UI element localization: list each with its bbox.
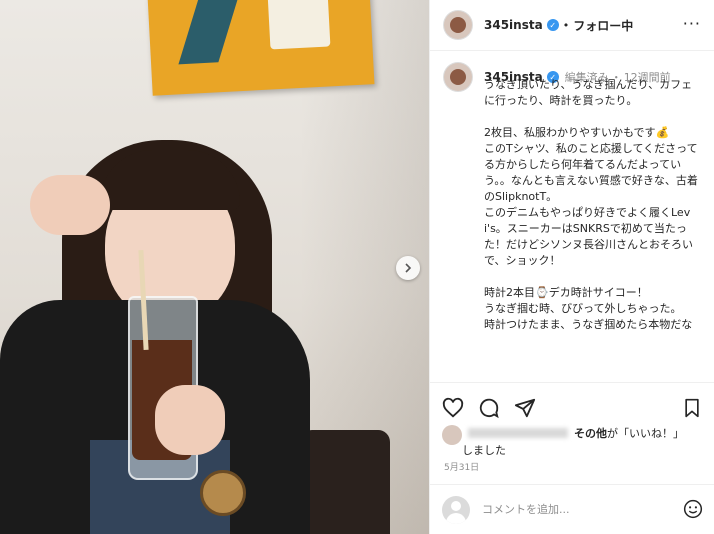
following-button[interactable]: フォロー中 [573,17,633,34]
avatar[interactable] [444,11,472,39]
post-header: 345insta ✓ • フォロー中 ··· [430,0,714,51]
emoji-icon[interactable] [683,499,703,519]
caption-text: うなぎ頂いたり、うなぎ掴んだり、カフェに行ったり、時計を買ったり。 2枚目、私服… [484,78,698,331]
liker-avatar[interactable] [442,425,462,445]
chair [300,430,390,534]
comment-bar [430,484,714,534]
share-icon[interactable] [514,397,536,419]
heart-icon[interactable] [442,397,464,419]
likes-text: その他が「いいね！」しました [462,425,682,459]
header-separator: • [562,18,570,32]
peace-sign-hand [30,175,110,235]
caption: 345insta ✓ 編集済み ・ 12週間前 うなぎ頂いたり、うなぎ掴んだり、… [430,51,714,381]
painting-shape [267,0,331,50]
painting-shape [178,0,241,65]
post-date[interactable]: 5月31日 [444,460,479,473]
post-sidebar: 345insta ✓ • フォロー中 ··· 345insta ✓ 編集済み ・… [429,0,714,534]
comment-input[interactable] [480,502,674,517]
holding-hand [155,385,225,455]
chevron-right-icon [405,263,412,273]
commenter-avatar [442,495,470,524]
comment-icon[interactable] [478,397,500,419]
likes-summary: その他が「いいね！」しました [442,425,707,459]
bookmark-icon[interactable] [682,397,702,419]
blurred-username [468,428,568,438]
caption-avatar[interactable] [444,63,472,91]
verified-badge-icon: ✓ [546,19,559,31]
wall-painting [147,0,375,96]
next-photo-button[interactable] [396,256,420,280]
post-photo [0,0,429,534]
others-link[interactable]: その他 [574,427,607,440]
wristwatch [200,470,246,516]
action-bar [430,382,714,419]
more-options-button[interactable]: ··· [683,14,701,33]
header-username[interactable]: 345insta [484,18,543,32]
